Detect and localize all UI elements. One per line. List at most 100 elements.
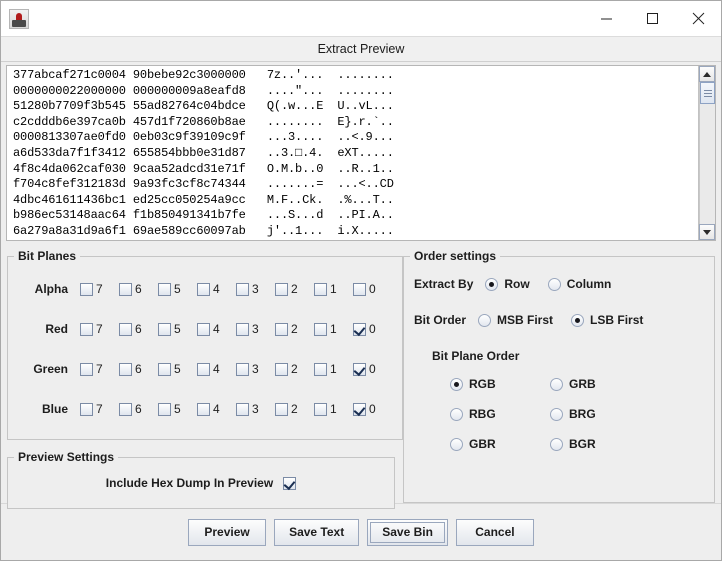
minimize-icon[interactable] (583, 1, 629, 36)
bit-plane-cell-blue-0[interactable]: 0 (353, 402, 392, 416)
bit-checkbox-red-3[interactable] (236, 322, 249, 336)
bit-checkbox-alpha-6[interactable] (119, 282, 132, 296)
bit-plane-order-radio-gbr[interactable] (450, 437, 463, 451)
bit-plane-cell-blue-7[interactable]: 7 (80, 402, 119, 416)
bit-order-radio-lsb-first[interactable] (571, 313, 585, 327)
bit-plane-order-option-grb[interactable]: GRB (550, 377, 632, 391)
bit-plane-cell-green-1[interactable]: 1 (314, 362, 353, 376)
bit-checkbox-green-2[interactable] (275, 362, 288, 376)
scrollbar-track[interactable] (699, 82, 715, 224)
bit-plane-order-option-brg[interactable]: BRG (550, 407, 632, 421)
preview-button[interactable]: Preview (188, 518, 267, 546)
bit-plane-order-option-rbg[interactable]: RBG (450, 407, 532, 421)
bit-checkbox-red-1[interactable] (314, 322, 327, 336)
bit-plane-cell-alpha-2[interactable]: 2 (275, 282, 314, 296)
bit-checkbox-green-3[interactable] (236, 362, 249, 376)
preview-vertical-scrollbar[interactable] (698, 66, 715, 240)
bit-plane-cell-red-6[interactable]: 6 (119, 322, 158, 336)
bit-checkbox-blue-2[interactable] (275, 402, 288, 416)
bit-plane-cell-red-5[interactable]: 5 (158, 322, 197, 336)
cancel-button[interactable]: Cancel (455, 518, 534, 546)
bit-checkbox-blue-3[interactable] (236, 402, 249, 416)
include-hex-dump-checkbox[interactable] (283, 476, 297, 490)
bit-plane-order-option-rgb[interactable]: RGB (450, 377, 532, 391)
bit-plane-order-radio-brg[interactable] (550, 407, 563, 421)
bit-order-radio-msb-first[interactable] (478, 313, 492, 327)
bit-plane-cell-alpha-0[interactable]: 0 (353, 282, 392, 296)
extract-by-option-column[interactable]: Column (547, 277, 611, 291)
bit-checkbox-blue-7[interactable] (80, 402, 93, 416)
bit-checkbox-red-6[interactable] (119, 322, 132, 336)
bit-plane-order-radio-grb[interactable] (550, 377, 563, 391)
bit-plane-cell-red-7[interactable]: 7 (80, 322, 119, 336)
bit-plane-order-radio-rbg[interactable] (450, 407, 463, 421)
bit-checkbox-green-1[interactable] (314, 362, 327, 376)
hex-dump-text[interactable]: 377abcaf271c0004 90bebe92c3000000 7z..'.… (7, 66, 698, 240)
include-hex-dump-row[interactable]: Include Hex Dump In Preview (18, 470, 384, 498)
bit-number-label: 7 (96, 362, 103, 376)
bit-checkbox-green-4[interactable] (197, 362, 210, 376)
bit-plane-cell-green-7[interactable]: 7 (80, 362, 119, 376)
maximize-icon[interactable] (629, 1, 675, 36)
bit-checkbox-green-6[interactable] (119, 362, 132, 376)
bit-checkbox-alpha-4[interactable] (197, 282, 210, 296)
bit-plane-cell-alpha-4[interactable]: 4 (197, 282, 236, 296)
bit-checkbox-blue-4[interactable] (197, 402, 210, 416)
bit-plane-cell-green-3[interactable]: 3 (236, 362, 275, 376)
bit-checkbox-blue-0[interactable] (353, 402, 366, 416)
bit-plane-cell-red-0[interactable]: 0 (353, 322, 392, 336)
extract-by-radio-column[interactable] (547, 277, 561, 291)
bit-plane-cell-red-2[interactable]: 2 (275, 322, 314, 336)
close-icon[interactable] (675, 1, 721, 36)
bit-plane-cell-alpha-7[interactable]: 7 (80, 282, 119, 296)
bit-plane-cell-green-2[interactable]: 2 (275, 362, 314, 376)
bit-checkbox-red-0[interactable] (353, 322, 366, 336)
bit-checkbox-alpha-1[interactable] (314, 282, 327, 296)
extract-by-option-row[interactable]: Row (485, 277, 530, 291)
bit-plane-cell-green-4[interactable]: 4 (197, 362, 236, 376)
save-text-button[interactable]: Save Text (274, 518, 360, 546)
bit-plane-cell-alpha-5[interactable]: 5 (158, 282, 197, 296)
bit-plane-cell-blue-6[interactable]: 6 (119, 402, 158, 416)
bit-checkbox-alpha-2[interactable] (275, 282, 288, 296)
bit-plane-order-radio-rgb[interactable] (450, 377, 463, 391)
scroll-down-icon[interactable] (699, 224, 715, 240)
bit-plane-cell-green-0[interactable]: 0 (353, 362, 392, 376)
bit-plane-order-option-gbr[interactable]: GBR (450, 437, 532, 451)
bit-checkbox-green-7[interactable] (80, 362, 93, 376)
bit-plane-cell-red-1[interactable]: 1 (314, 322, 353, 336)
bit-checkbox-red-2[interactable] (275, 322, 288, 336)
bit-order-option-msb-first[interactable]: MSB First (478, 313, 553, 327)
bit-plane-cell-blue-3[interactable]: 3 (236, 402, 275, 416)
bit-checkbox-blue-6[interactable] (119, 402, 132, 416)
bit-order-option-lsb-first[interactable]: LSB First (571, 313, 643, 327)
bit-plane-cell-green-6[interactable]: 6 (119, 362, 158, 376)
bit-checkbox-green-5[interactable] (158, 362, 171, 376)
bit-checkbox-red-4[interactable] (197, 322, 210, 336)
bit-plane-cell-red-4[interactable]: 4 (197, 322, 236, 336)
bit-plane-order-radio-bgr[interactable] (550, 437, 563, 451)
bit-checkbox-alpha-5[interactable] (158, 282, 171, 296)
bit-checkbox-alpha-3[interactable] (236, 282, 249, 296)
bit-checkbox-alpha-0[interactable] (353, 282, 366, 296)
bit-plane-cell-blue-1[interactable]: 1 (314, 402, 353, 416)
bit-checkbox-red-7[interactable] (80, 322, 93, 336)
bit-plane-cell-blue-5[interactable]: 5 (158, 402, 197, 416)
bit-plane-cell-green-5[interactable]: 5 (158, 362, 197, 376)
extract-by-radio-row[interactable] (485, 277, 499, 291)
scroll-up-icon[interactable] (699, 66, 715, 82)
bit-plane-cell-alpha-1[interactable]: 1 (314, 282, 353, 296)
bit-plane-cell-blue-4[interactable]: 4 (197, 402, 236, 416)
bit-plane-cell-alpha-6[interactable]: 6 (119, 282, 158, 296)
bit-plane-order-option-bgr[interactable]: BGR (550, 437, 632, 451)
bit-plane-cell-red-3[interactable]: 3 (236, 322, 275, 336)
bit-checkbox-green-0[interactable] (353, 362, 366, 376)
bit-checkbox-red-5[interactable] (158, 322, 171, 336)
bit-checkbox-blue-1[interactable] (314, 402, 327, 416)
bit-plane-cell-blue-2[interactable]: 2 (275, 402, 314, 416)
bit-checkbox-alpha-7[interactable] (80, 282, 93, 296)
bit-plane-cell-alpha-3[interactable]: 3 (236, 282, 275, 296)
scrollbar-thumb[interactable] (700, 82, 715, 104)
save-bin-button[interactable]: Save Bin (367, 518, 448, 546)
bit-checkbox-blue-5[interactable] (158, 402, 171, 416)
